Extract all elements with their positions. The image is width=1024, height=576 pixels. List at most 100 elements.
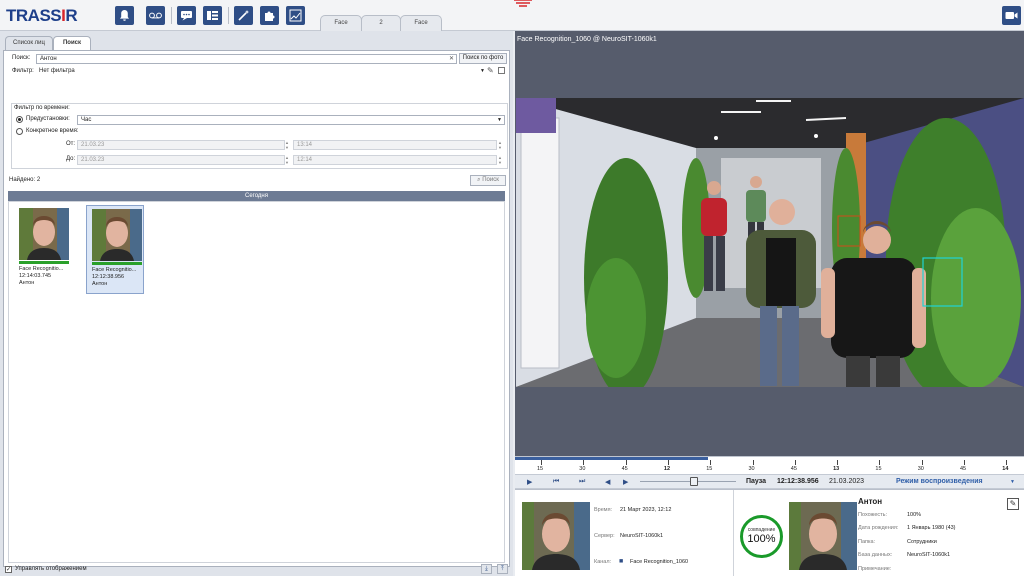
to-date-input[interactable]: 21.03.23 [77,155,285,165]
timeline-tick: 30 [917,466,924,472]
match-bar [92,262,142,265]
specific-time-radio[interactable] [16,128,23,135]
search-input[interactable]: Антон ✕ [36,54,457,64]
chevron-down-icon: ▼ [497,117,502,123]
chevron-down-icon: ▼ [480,68,485,74]
database-value: NeuroSIT-1060k1 [907,552,951,558]
export-icon[interactable]: ⤒ [497,564,508,574]
from-label: От: [66,141,76,147]
timeline-tick: 15 [537,466,544,472]
playback-date: 21.03.2023 [829,478,865,485]
result-time: 12:12:38.956 [92,274,125,280]
pencil-icon[interactable]: ✎ [487,66,494,75]
chevron-down-icon[interactable]: ▼ [1010,479,1015,485]
chart-edit-icon[interactable] [286,6,305,25]
manage-display-label: Управлять отображением [15,566,87,572]
filter-value: Нет фильтра [39,68,75,74]
time-filter-group: Фильтр по времени: Предустановки: Час ▼ … [11,103,508,169]
folder-value: Сотрудники [907,539,937,545]
preset-select[interactable]: Час ▼ [77,115,505,125]
from-time-spinner[interactable]: ▲ ▼ [497,140,503,150]
clear-icon[interactable]: ✕ [449,55,454,63]
bell-icon[interactable] [115,6,134,25]
download-icon[interactable]: ⤓ [481,564,492,574]
result-name: Face Recognitio... [19,266,64,272]
puzzle-icon[interactable] [260,6,279,25]
event-channel-value: Face Recognition_1060 [630,559,689,565]
result-card[interactable]: Face Recognitio... 12:14:03.745 Антон [14,205,72,294]
left-panel: Список лиц Поиск Поиск: Антон ✕ Поиск по… [0,31,513,576]
result-person: Антон [92,281,108,287]
person-name: Антон [858,497,883,506]
trassir-logo: TRASSIR [6,6,78,25]
result-time: 12:14:03.745 [19,273,52,279]
camera-tab-3[interactable]: Face [400,15,442,31]
camera-icon: ■ [619,558,624,565]
similarity-value: 100% [907,512,922,518]
filter-label: Фильтр: [12,68,34,74]
camera-tab-1[interactable]: Face [320,15,362,31]
from-date-input[interactable]: 21.03.23 [77,140,285,150]
manage-display-checkbox[interactable]: ✓ [5,566,12,573]
speed-slider-knob[interactable] [690,477,698,486]
event-info-panel: Время: 21 Март 2023, 12:12 Сервер: Neuro… [515,489,1024,576]
time-filter-title: Фильтр по времени: [14,105,70,111]
top-toolbar: TRASSIR Face 2 Face [0,0,1024,31]
note-label: Примечание: [858,566,892,572]
database-face-photo [789,502,857,570]
preset-radio[interactable] [16,116,23,123]
preset-value: Час [81,117,92,123]
step-back-icon[interactable]: ◀ [605,478,610,486]
timeline-tick: 14 [1002,466,1009,472]
search-button-label: Поиск [482,177,499,183]
search-panel: Поиск: Антон ✕ Поиск по фото Фильтр: Нет… [3,50,510,567]
timeline-tick: 12 [663,466,671,472]
results-group-header: Сегодня [8,191,505,201]
skip-back-icon[interactable]: ⏮ [553,478,559,486]
search-button[interactable]: ⌕ Поиск [470,175,506,186]
folder-label: Папка: [858,539,876,545]
playback-time: 12:12:38.956 [777,478,819,485]
event-channel-label: Канал: [594,559,612,565]
birth-value: 1 Январь 1980 (43) [907,525,956,531]
result-card[interactable]: Face Recognitio... 12:12:38.956 Антон [86,205,144,294]
playback-mode[interactable]: Режим воспроизведения [896,478,983,485]
magic-wand-icon[interactable] [234,6,253,25]
match-percent: 100% [747,533,776,545]
timeline-tick: 45 [621,466,628,472]
from-time-input[interactable]: 13:14 [293,140,497,150]
birth-label: Дата рождения: [858,525,899,531]
to-time-input[interactable]: 12:14 [293,155,497,165]
filter-list-icon[interactable] [498,67,505,74]
event-time-label: Время: [594,507,613,513]
search-value: Антон [40,56,57,62]
filter-select[interactable]: Нет фильтра ▼ [36,67,485,77]
event-server-value: NeuroSIT-1060k1 [620,533,664,539]
tape-icon[interactable] [146,6,165,25]
timeline[interactable]: 15 30 45 12 15 30 45 13 15 30 45 14 [515,456,1024,474]
skip-forward-icon[interactable]: ⏭ [579,478,585,486]
timeline-tick: 15 [875,466,882,472]
tab-search[interactable]: Поиск [53,36,91,50]
video-frame[interactable] [516,98,1024,387]
from-date-spinner[interactable]: ▲ ▼ [284,140,290,150]
edit-pencil-icon[interactable]: ✎ [1007,498,1019,510]
search-label: Поиск: [12,55,31,61]
similarity-label: Похожесть: [858,512,888,518]
results-grid: Face Recognitio... 12:14:03.745 Антон Fa… [8,201,505,563]
photo-search-button[interactable]: Поиск по фото [459,53,507,64]
to-date-spinner[interactable]: ▲ ▼ [284,155,290,165]
camera-tab-2[interactable]: 2 [361,15,401,31]
result-name: Face Recognitio... [92,267,137,273]
found-count: Найдено: 2 [9,177,41,183]
event-server-label: Сервер: [594,533,615,539]
list-icon[interactable] [203,6,222,25]
video-title: Face Recognition_1060 @ NeuroSIT-1060k1 [517,36,657,43]
chat-icon[interactable] [177,6,196,25]
play-icon[interactable]: ▶ [527,478,532,486]
camera-icon[interactable] [1002,6,1021,25]
speed-slider-track[interactable] [640,481,736,482]
tab-face-list[interactable]: Список лиц [5,36,53,50]
step-forward-icon[interactable]: ▶ [623,478,628,486]
to-time-spinner[interactable]: ▲ ▼ [497,155,503,165]
